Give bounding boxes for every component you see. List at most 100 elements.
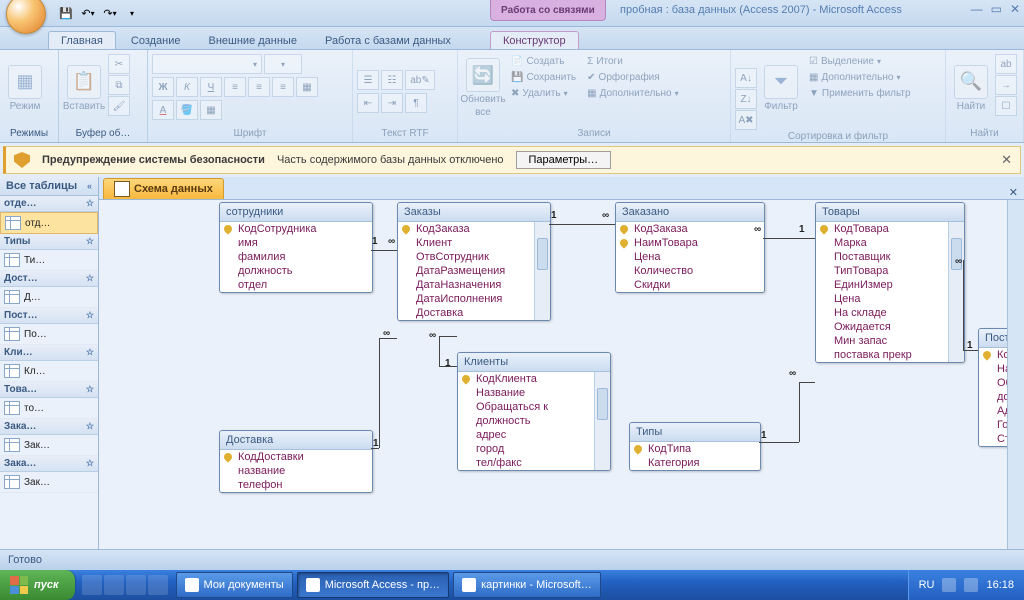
alt-fill-button[interactable]: ▦ xyxy=(200,100,222,120)
tab-home[interactable]: Главная xyxy=(48,31,116,49)
align-right-button[interactable]: ≡ xyxy=(272,77,294,97)
tab-external[interactable]: Внешние данные xyxy=(196,31,310,49)
language-indicator[interactable]: RU xyxy=(919,579,935,591)
db-field[interactable]: должность xyxy=(220,264,372,278)
relationships-canvas[interactable]: сотрудникиКодСотрудникаимяфамилиядолжнос… xyxy=(99,200,1024,549)
bold-button[interactable]: Ж xyxy=(152,77,174,97)
scrollbar-thumb[interactable] xyxy=(537,238,548,270)
qat-more-icon[interactable]: ▾ xyxy=(122,4,142,22)
db-field[interactable]: ОтвСотрудник xyxy=(398,250,550,264)
db-field[interactable]: Цена xyxy=(816,292,964,306)
filter-button[interactable]: ⏷Фильтр xyxy=(760,54,802,122)
save-record-button[interactable]: 💾 Сохранить xyxy=(507,70,580,85)
views-button[interactable]: ▦Режим xyxy=(4,54,46,122)
close-document-button[interactable]: ✕ xyxy=(1009,186,1018,199)
db-table-header[interactable]: сотрудники xyxy=(220,203,372,222)
more-records-button[interactable]: ▦ Дополнительно ▾ xyxy=(583,86,682,101)
db-field[interactable]: Обращаться к xyxy=(979,376,1024,390)
collapse-nav-icon[interactable]: « xyxy=(87,181,92,191)
db-field[interactable]: телефон xyxy=(220,478,372,492)
db-field[interactable]: город xyxy=(458,442,610,456)
minimize-button[interactable]: — xyxy=(971,2,983,16)
tray-volume-icon[interactable] xyxy=(964,578,978,592)
nav-table-item[interactable]: Зак… xyxy=(0,472,98,493)
db-table-box[interactable]: ПоставщикиКодПоставщикаНазваниеОбращатьс… xyxy=(978,328,1024,447)
db-field[interactable]: Мин запас xyxy=(816,334,964,348)
nav-table-item[interactable]: По… xyxy=(0,324,98,345)
numbering-button[interactable]: ☷ xyxy=(381,70,403,90)
db-field[interactable]: должность xyxy=(458,414,610,428)
ql-ie-icon[interactable] xyxy=(82,575,102,595)
qat-save-icon[interactable]: 💾 xyxy=(56,4,76,22)
db-field-key[interactable]: КодЗаказа xyxy=(398,222,550,236)
nav-group[interactable]: Зака…☆ xyxy=(0,456,98,472)
db-table-box[interactable]: ДоставкаКодДоставкиназваниетелефон xyxy=(219,430,373,493)
db-table-header[interactable]: Доставка xyxy=(220,431,372,450)
db-field[interactable]: ЕдинИзмер xyxy=(816,278,964,292)
db-table-box[interactable]: ТипыКодТипаКатегория xyxy=(629,422,761,471)
db-field[interactable]: ДатаРазмещения xyxy=(398,264,550,278)
db-table-box[interactable]: ЗаказаноКодЗаказаНаимТовараЦенаКоличеств… xyxy=(615,202,765,293)
db-table-header[interactable]: Клиенты xyxy=(458,353,610,372)
db-field[interactable]: поставка прекр xyxy=(816,348,964,362)
db-field[interactable]: На складе xyxy=(816,306,964,320)
db-table-box[interactable]: сотрудникиКодСотрудникаимяфамилиядолжнос… xyxy=(219,202,373,293)
taskbar-item-documents[interactable]: Мои документы xyxy=(176,572,293,598)
tab-create[interactable]: Создание xyxy=(118,31,194,49)
underline-button[interactable]: Ч xyxy=(200,77,222,97)
ql-more-icon[interactable] xyxy=(148,575,168,595)
selection-filter-button[interactable]: ☑ Выделение ▾ xyxy=(805,54,915,69)
sort-desc-button[interactable]: Z↓ xyxy=(735,89,757,109)
db-field[interactable]: Марка xyxy=(816,236,964,250)
highlight-button[interactable]: ab✎ xyxy=(405,70,435,90)
tab-context-design[interactable]: Конструктор xyxy=(490,31,579,49)
db-field[interactable]: Цена xyxy=(616,250,764,264)
nav-group[interactable]: Типы☆ xyxy=(0,234,98,250)
db-table-header[interactable]: Заказы xyxy=(398,203,550,222)
copy-icon[interactable]: ⧉ xyxy=(108,75,130,95)
nav-group[interactable]: Кли…☆ xyxy=(0,345,98,361)
nav-table-item[interactable]: Ти… xyxy=(0,250,98,271)
db-field[interactable]: фамилия xyxy=(220,250,372,264)
db-field-key[interactable]: КодЗаказа xyxy=(616,222,764,236)
format-painter-icon[interactable]: 🖌 xyxy=(108,96,130,116)
delete-record-button[interactable]: ✖ Удалить ▾ xyxy=(507,86,580,101)
ltr-button[interactable]: ¶ xyxy=(405,93,427,113)
font-family-combo[interactable]: ▾ xyxy=(152,54,262,74)
nav-table-item[interactable]: Кл… xyxy=(0,361,98,382)
advanced-filter-button[interactable]: ▦ Дополнительно ▾ xyxy=(805,70,915,85)
scrollbar[interactable] xyxy=(594,372,610,470)
security-close-button[interactable]: ✕ xyxy=(1001,152,1012,168)
db-field[interactable]: ТипТовара xyxy=(816,264,964,278)
db-field[interactable]: Название xyxy=(458,386,610,400)
db-field-key[interactable]: КодСотрудника xyxy=(220,222,372,236)
db-field[interactable]: Название xyxy=(979,362,1024,376)
align-left-button[interactable]: ≡ xyxy=(224,77,246,97)
bullets-button[interactable]: ☰ xyxy=(357,70,379,90)
nav-table-item[interactable]: то… xyxy=(0,398,98,419)
db-table-box[interactable]: КлиентыКодКлиентаНазваниеОбращаться кдол… xyxy=(457,352,611,471)
security-options-button[interactable]: Параметры… xyxy=(516,151,612,169)
ql-desktop-icon[interactable] xyxy=(104,575,124,595)
nav-group[interactable]: Зака…☆ xyxy=(0,419,98,435)
db-table-header[interactable]: Типы xyxy=(630,423,760,442)
font-size-combo[interactable]: ▾ xyxy=(264,54,302,74)
increase-indent-button[interactable]: ⇥ xyxy=(381,93,403,113)
db-field[interactable]: должность xyxy=(979,390,1024,404)
db-field-key[interactable]: КодКлиента xyxy=(458,372,610,386)
db-field[interactable]: Скидки xyxy=(616,278,764,292)
db-field[interactable]: отдел xyxy=(220,278,372,292)
tray-icon[interactable] xyxy=(942,578,956,592)
refresh-button[interactable]: 🔄Обновитьвсе xyxy=(462,54,504,122)
restore-button[interactable]: ▭ xyxy=(991,2,1002,16)
align-center-button[interactable]: ≡ xyxy=(248,77,270,97)
db-field[interactable]: Клиент xyxy=(398,236,550,250)
new-record-button[interactable]: 📄 Создать xyxy=(507,54,580,69)
nav-group[interactable]: Дост…☆ xyxy=(0,271,98,287)
db-field[interactable]: адрес xyxy=(458,428,610,442)
gridlines-button[interactable]: ▦ xyxy=(296,77,318,97)
replace-button[interactable]: ab xyxy=(995,54,1017,74)
db-table-header[interactable]: Заказано xyxy=(616,203,764,222)
db-table-box[interactable]: ТоварыКодТовараМаркаПоставщикТипТовараЕд… xyxy=(815,202,965,363)
db-field[interactable]: тел/факс xyxy=(458,456,610,470)
